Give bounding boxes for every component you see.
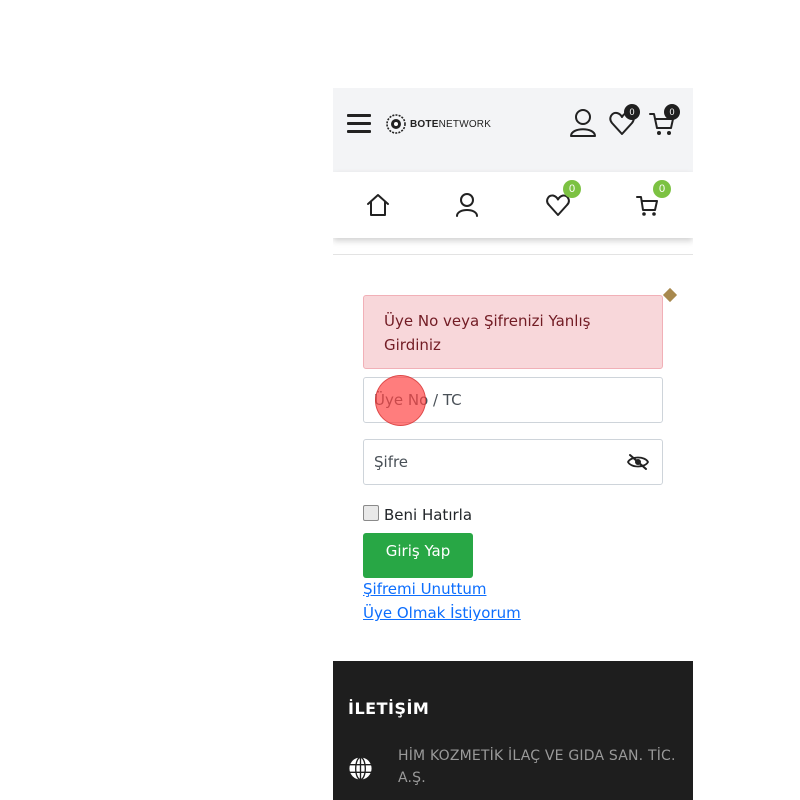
nav-cart-button[interactable]: 0 — [635, 180, 671, 218]
footer: İLETİŞİM HİM KOZMETİK İLAÇ VE GIDA SAN. … — [333, 661, 693, 800]
nav-wishlist-button[interactable]: 0 — [545, 180, 581, 218]
header: BOTENETWORK 0 0 — [333, 88, 693, 172]
header-account-button[interactable] — [569, 108, 597, 138]
logo-mark-icon — [386, 114, 406, 134]
nav-home-button[interactable] — [365, 192, 391, 218]
hamburger-menu-icon[interactable] — [347, 114, 371, 136]
user-icon — [456, 193, 478, 217]
bottom-nav-bar: 0 0 — [333, 172, 693, 238]
register-link[interactable]: Üye Olmak İstiyorum — [363, 604, 521, 622]
password-placeholder: Şifre — [374, 453, 409, 471]
footer-company-name: HİM KOZMETİK İLAÇ VE GIDA SAN. TİC. A.Ş. — [398, 748, 676, 786]
member-no-input[interactable]: Üye No / TC — [363, 377, 663, 423]
user-icon — [570, 109, 596, 137]
home-icon — [367, 194, 389, 216]
header-wishlist-count: 0 — [624, 104, 640, 120]
login-button[interactable]: Giriş Yap — [363, 533, 473, 578]
remember-me-row: Beni Hatırla — [363, 502, 472, 524]
remember-me-label[interactable]: Beni Hatırla — [384, 502, 472, 524]
login-error-alert: Üye No veya Şifrenizi Yanlış Girdiniz — [363, 295, 663, 369]
remember-me-checkbox[interactable] — [363, 505, 379, 521]
globe-icon — [349, 756, 372, 781]
mobile-viewport: BOTENETWORK 0 0 0 0 Üye No veya Şifreniz… — [333, 88, 693, 800]
footer-contact-title: İLETİŞİM — [348, 699, 430, 718]
eye-slash-icon[interactable] — [627, 453, 649, 471]
logo[interactable]: BOTENETWORK — [385, 112, 491, 136]
decorative-diamond-icon — [662, 287, 678, 303]
divider — [333, 254, 693, 255]
nav-account-button[interactable] — [454, 192, 480, 218]
forgot-password-link[interactable]: Şifremi Unuttum — [363, 580, 486, 598]
header-cart-count: 0 — [664, 104, 680, 120]
header-cart-button[interactable]: 0 — [648, 104, 680, 138]
nav-wishlist-count: 0 — [563, 180, 581, 198]
logo-text: BOTENETWORK — [410, 118, 492, 130]
password-input[interactable]: Şifre — [363, 439, 663, 485]
nav-cart-count: 0 — [653, 180, 671, 198]
header-wishlist-button[interactable]: 0 — [608, 104, 640, 138]
